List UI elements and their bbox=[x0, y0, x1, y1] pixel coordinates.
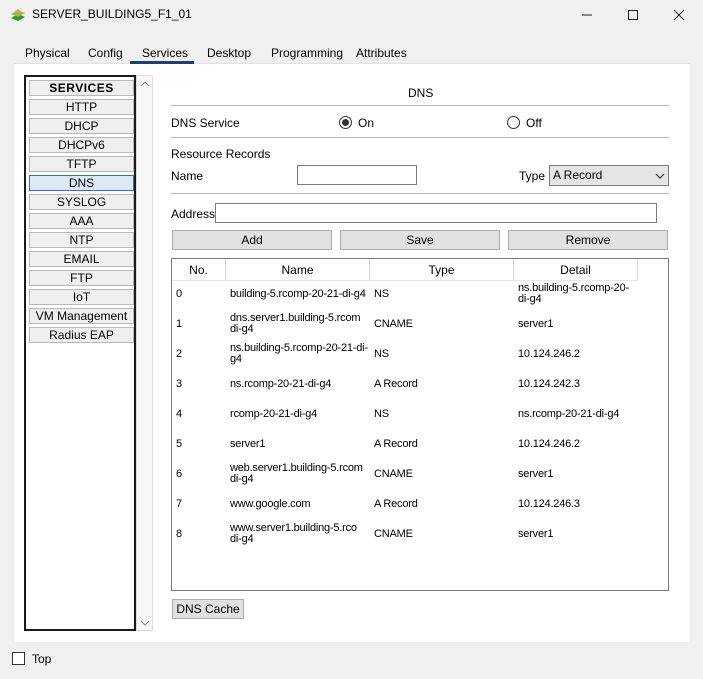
minimize-button[interactable] bbox=[564, 0, 610, 30]
row-detail: ns.rcomp-20-21-di-g4 bbox=[518, 408, 620, 420]
row-detail: server1 bbox=[518, 468, 554, 480]
row-type: CNAME bbox=[374, 468, 413, 480]
dns-cache-button[interactable]: DNS Cache bbox=[172, 599, 244, 619]
service-list-scrollbar[interactable] bbox=[136, 75, 153, 631]
name-input[interactable] bbox=[297, 165, 417, 185]
scroll-down-icon[interactable] bbox=[140, 620, 150, 626]
row-number: 3 bbox=[176, 378, 182, 390]
row-detail-wrap: di-g4 bbox=[518, 293, 542, 305]
column-header-name[interactable]: Name bbox=[226, 259, 370, 281]
close-icon bbox=[673, 9, 685, 21]
row-number: 8 bbox=[176, 528, 182, 540]
row-name: ns.building-5.rcomp-20-21-di- bbox=[230, 342, 368, 354]
row-type: CNAME bbox=[374, 318, 413, 330]
row-name-wrap: di-g4 bbox=[230, 323, 254, 335]
divider bbox=[171, 105, 669, 106]
service-item-tftp[interactable]: TFTP bbox=[29, 156, 134, 172]
service-item-radius-eap[interactable]: Radius EAP bbox=[29, 327, 134, 343]
dns-off-radio[interactable] bbox=[507, 116, 520, 129]
row-type: A Record bbox=[374, 378, 418, 390]
service-item-ntp[interactable]: NTP bbox=[29, 232, 134, 248]
row-number: 4 bbox=[176, 408, 182, 420]
row-detail: server1 bbox=[518, 528, 554, 540]
row-detail: 10.124.246.3 bbox=[518, 498, 580, 510]
service-item-ftp[interactable]: FTP bbox=[29, 270, 134, 286]
row-number: 6 bbox=[176, 468, 182, 480]
window-title: SERVER_BUILDING5_F1_01 bbox=[32, 7, 192, 21]
row-detail: server1 bbox=[518, 318, 554, 330]
address-label: Address bbox=[171, 207, 216, 221]
resource-records-label: Resource Records bbox=[171, 147, 271, 161]
add-button[interactable]: Add bbox=[172, 230, 332, 250]
column-header-detail[interactable]: Detail bbox=[514, 259, 638, 281]
row-type: NS bbox=[374, 288, 389, 300]
remove-button[interactable]: Remove bbox=[508, 230, 668, 250]
maximize-icon bbox=[628, 10, 638, 20]
row-detail: 10.124.246.2 bbox=[518, 348, 580, 360]
dns-records-table: No. Name Type Detail 0 building-5.rcomp-2… bbox=[171, 258, 669, 591]
row-number: 2 bbox=[176, 348, 182, 360]
close-button[interactable] bbox=[656, 0, 702, 30]
title-bar: SERVER_BUILDING5_F1_01 bbox=[0, 0, 703, 30]
service-item-http[interactable]: HTTP bbox=[29, 99, 134, 115]
service-list: SERVICES HTTP DHCP DHCPv6 TFTP DNS SYSLO… bbox=[24, 75, 136, 631]
type-select[interactable]: A Record bbox=[549, 165, 669, 186]
row-name: www.google.com bbox=[230, 498, 311, 510]
service-item-iot[interactable]: IoT bbox=[29, 289, 134, 305]
row-number: 1 bbox=[176, 318, 182, 330]
scroll-up-icon[interactable] bbox=[140, 81, 150, 87]
top-label[interactable]: Top bbox=[32, 652, 51, 666]
service-item-aaa[interactable]: AAA bbox=[29, 213, 134, 229]
row-name: server1 bbox=[230, 438, 266, 450]
divider bbox=[171, 193, 669, 194]
row-name: rcomp-20-21-di-g4 bbox=[230, 408, 318, 420]
service-item-email[interactable]: EMAIL bbox=[29, 251, 134, 267]
row-name: building-5.rcomp-20-21-di-g4 bbox=[230, 288, 366, 300]
dns-service-label: DNS Service bbox=[171, 116, 240, 130]
column-header-type[interactable]: Type bbox=[370, 259, 514, 281]
maximize-button[interactable] bbox=[610, 0, 656, 30]
row-name: ns.rcomp-20-21-di-g4 bbox=[230, 378, 332, 390]
row-detail: 10.124.246.2 bbox=[518, 438, 580, 450]
name-label: Name bbox=[171, 169, 204, 183]
row-type: NS bbox=[374, 408, 389, 420]
row-number: 5 bbox=[176, 438, 182, 450]
address-input[interactable] bbox=[215, 203, 657, 223]
type-label: Type bbox=[519, 169, 546, 183]
chevron-down-icon bbox=[655, 173, 665, 179]
divider bbox=[171, 137, 669, 138]
service-item-dhcp[interactable]: DHCP bbox=[29, 118, 134, 134]
service-item-dns[interactable]: DNS bbox=[29, 175, 134, 191]
minimize-icon bbox=[582, 14, 592, 16]
column-header-no[interactable]: No. bbox=[172, 259, 226, 281]
services-header: SERVICES bbox=[29, 80, 134, 96]
server-app-icon bbox=[10, 8, 26, 22]
row-name-wrap: di-g4 bbox=[230, 533, 254, 545]
row-name-wrap: di-g4 bbox=[230, 473, 254, 485]
service-item-dhcpv6[interactable]: DHCPv6 bbox=[29, 137, 134, 153]
dns-on-radio[interactable] bbox=[339, 116, 352, 129]
service-item-syslog[interactable]: SYSLOG bbox=[29, 194, 134, 210]
row-number: 0 bbox=[176, 288, 182, 300]
dns-section-title: DNS bbox=[408, 86, 434, 100]
row-type: CNAME bbox=[374, 528, 413, 540]
save-button[interactable]: Save bbox=[340, 230, 500, 250]
row-number: 7 bbox=[176, 498, 182, 510]
service-item-vm-management[interactable]: VM Management bbox=[29, 308, 134, 324]
dns-off-label[interactable]: Off bbox=[526, 116, 542, 130]
row-type: A Record bbox=[374, 438, 418, 450]
top-checkbox[interactable] bbox=[12, 652, 25, 665]
row-type: NS bbox=[374, 348, 389, 360]
dns-on-label[interactable]: On bbox=[358, 116, 374, 130]
row-detail: 10.124.242.3 bbox=[518, 378, 580, 390]
row-type: A Record bbox=[374, 498, 418, 510]
type-select-value: A Record bbox=[553, 168, 603, 182]
row-name-wrap: g4 bbox=[230, 353, 242, 365]
